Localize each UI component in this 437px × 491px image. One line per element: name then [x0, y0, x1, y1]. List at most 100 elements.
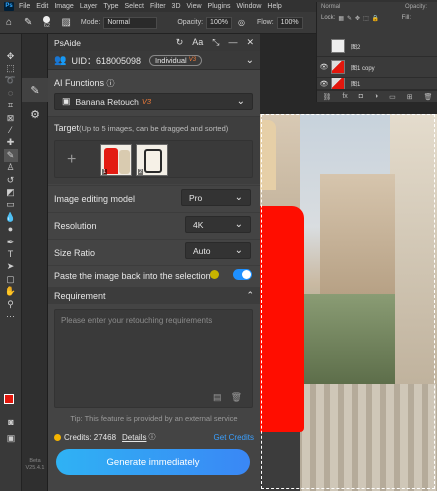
eyedropper-tool-icon[interactable]: ⁄ — [4, 124, 18, 136]
brush-panel-icon[interactable]: ▨ — [61, 17, 70, 28]
move-tool-icon[interactable]: ✥ — [4, 50, 18, 62]
menu-plugins[interactable]: Plugins — [208, 3, 231, 10]
paste-back-toggle[interactable] — [233, 269, 252, 280]
trash-icon[interactable]: 🗑 — [231, 392, 242, 403]
marquee-tool-icon[interactable]: ⬚ — [4, 62, 18, 74]
layer-row[interactable]: 👁 图1 copy — [317, 57, 437, 78]
lock-pixels-icon[interactable]: ▦ — [338, 15, 344, 22]
pressure-opacity-icon[interactable]: ◎ — [238, 18, 245, 27]
crop-tool-icon[interactable]: ⌗ — [4, 100, 18, 112]
target-thumbnail[interactable]: 2 — [136, 144, 168, 176]
lasso-tool-icon[interactable]: ➰ — [4, 75, 18, 87]
brush-preview-icon[interactable] — [43, 16, 51, 23]
chevron-down-icon[interactable]: ⌄ — [246, 55, 254, 66]
brush-tool-icon[interactable]: ✎ — [3, 149, 18, 162]
pen-tool-icon[interactable]: ✒ — [4, 236, 18, 248]
generate-button[interactable]: Generate immediately — [56, 449, 250, 475]
info-icon[interactable]: ⓘ — [148, 432, 155, 442]
menu-file[interactable]: File — [19, 3, 30, 10]
history-brush-tool-icon[interactable]: ↺ — [4, 174, 18, 186]
menu-layer[interactable]: Layer — [80, 3, 98, 10]
layer-thumbnail — [331, 60, 345, 74]
blend-mode-select[interactable]: Normal — [321, 4, 340, 10]
document-canvas[interactable] — [260, 102, 437, 491]
foreground-color-swatch[interactable] — [4, 394, 14, 404]
resolution-label: Resolution — [54, 221, 97, 231]
ai-functions-label: AI Functions ⓘ — [48, 78, 115, 89]
brush-tool-icon[interactable]: ✎ — [24, 17, 32, 28]
refresh-icon[interactable]: ↻ — [176, 37, 184, 48]
eraser-tool-icon[interactable]: ◩ — [4, 186, 18, 198]
lock-artboard-icon[interactable]: ⬚ — [363, 15, 369, 22]
dodge-tool-icon[interactable]: ● — [4, 223, 18, 235]
details-link[interactable]: Details — [122, 433, 146, 442]
menu-3d[interactable]: 3D — [172, 3, 181, 10]
healing-brush-tool-icon[interactable]: ✚ — [4, 137, 18, 149]
new-layer-icon[interactable]: ⊞ — [407, 93, 413, 101]
chevron-up-icon[interactable]: ⌃ — [246, 290, 254, 301]
eye-icon[interactable]: 👁 — [317, 80, 331, 88]
menu-window[interactable]: Window — [237, 3, 262, 10]
flow-field[interactable]: 100% — [276, 16, 303, 29]
fx-icon[interactable]: fx — [342, 93, 347, 100]
group-icon[interactable]: ▭ — [389, 93, 396, 101]
lock-paint-icon[interactable]: ✎ — [347, 15, 352, 22]
quick-select-tool-icon[interactable]: ◌ — [4, 87, 18, 99]
menu-filter[interactable]: Filter — [150, 3, 166, 10]
translate-icon[interactable]: Aa — [192, 37, 203, 48]
ai-function-select[interactable]: ▣ Banana Retouch V3 ⌄ — [54, 93, 253, 110]
rectangle-tool-icon[interactable]: ▢ — [4, 273, 18, 285]
lock-all-icon[interactable]: 🔒 — [372, 15, 379, 22]
menu-help[interactable]: Help — [267, 3, 281, 10]
screen-mode-icon[interactable]: ▣ — [4, 432, 18, 444]
more-tools-icon[interactable]: ··· — [4, 310, 18, 322]
type-tool-icon[interactable]: T — [4, 248, 18, 260]
add-image-icon[interactable]: + — [67, 151, 76, 169]
menu-view[interactable]: View — [187, 3, 202, 10]
frame-tool-icon[interactable]: ⊠ — [4, 112, 18, 124]
delete-layer-icon[interactable]: 🗑 — [424, 93, 433, 101]
info-icon[interactable]: ⓘ — [107, 79, 115, 88]
menu-edit[interactable]: Edit — [36, 3, 48, 10]
gradient-tool-icon[interactable]: ▭ — [4, 199, 18, 211]
resolution-value: 4K — [193, 219, 204, 230]
adjustment-layer-icon[interactable]: ◑ — [374, 93, 378, 100]
mode-select[interactable]: Normal — [103, 16, 158, 29]
psaide-panel-icon[interactable]: ✎ — [22, 78, 48, 102]
opacity-field[interactable]: 100% — [206, 16, 232, 29]
lock-position-icon[interactable]: ✥ — [355, 15, 360, 22]
expand-icon[interactable]: ⤡ — [212, 37, 219, 48]
home-icon[interactable]: ⌂ — [6, 17, 12, 28]
hand-tool-icon[interactable]: ✋ — [4, 285, 18, 297]
prompt-library-icon[interactable]: ▤ — [213, 392, 222, 403]
model-select[interactable]: Pro ⌄ — [181, 189, 251, 206]
eye-icon[interactable]: 👁 — [317, 63, 331, 71]
resolution-select[interactable]: 4K ⌄ — [185, 216, 251, 233]
size-ratio-label: Size Ratio — [54, 248, 96, 258]
layers-panel: Normal Opacity: Lock: ▦ ✎ ✥ ⬚ 🔒 Fill: 图2… — [316, 2, 437, 102]
minimize-icon[interactable]: — — [228, 37, 237, 48]
close-icon[interactable]: ✕ — [246, 37, 254, 48]
blur-tool-icon[interactable]: 💧 — [4, 211, 18, 223]
model-label: Image editing model — [54, 194, 136, 204]
menu-type[interactable]: Type — [103, 3, 118, 10]
get-credits-link[interactable]: Get Credits — [214, 433, 254, 442]
menu-select[interactable]: Select — [125, 3, 144, 10]
plan-label: Individual — [155, 55, 187, 65]
path-select-tool-icon[interactable]: ➤ — [4, 261, 18, 273]
layer-row[interactable]: 图2 — [317, 36, 437, 57]
target-thumbnail[interactable]: 1 — [100, 144, 132, 176]
settings-panel-icon[interactable]: ⚙ — [22, 102, 48, 126]
add-mask-icon[interactable]: ◘ — [359, 93, 363, 100]
link-layers-icon[interactable]: ⛓ — [322, 93, 331, 101]
quick-mask-icon[interactable]: ◙ — [4, 416, 18, 428]
stamp-tool-icon[interactable]: ♙ — [4, 162, 18, 174]
layer-row[interactable]: 👁 图1 — [317, 78, 437, 90]
target-images[interactable]: + 1 2 — [54, 140, 253, 178]
zoom-tool-icon[interactable]: ⚲ — [4, 298, 18, 310]
size-ratio-select[interactable]: Auto ⌄ — [185, 242, 251, 259]
menu-image[interactable]: Image — [54, 3, 73, 10]
requirement-textarea[interactable]: Please enter your retouching requirement… — [54, 309, 253, 408]
requirement-header[interactable]: Requirement ⌃ — [48, 287, 260, 304]
account-bar[interactable]: 👥 UID：618005098 Individual V3 ⌄ — [48, 51, 260, 70]
